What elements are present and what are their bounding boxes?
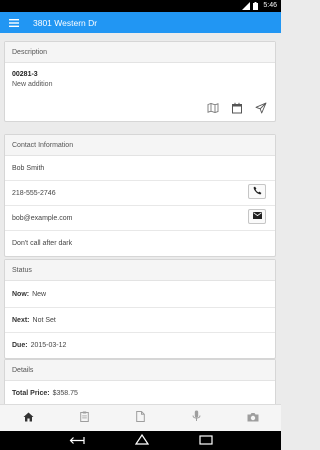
main-content[interactable]: Description 00281-3 New addition Contact…: [0, 33, 281, 404]
total-price-value: $358.75: [52, 389, 78, 397]
back-icon[interactable]: [69, 432, 85, 450]
clock: 5:46: [263, 2, 277, 9]
menu-button[interactable]: [4, 12, 24, 33]
tab-documents[interactable]: [112, 405, 168, 431]
contact-header: Contact Information: [5, 135, 275, 156]
status-next-value: Not Set: [32, 316, 56, 324]
bottom-tab-bar: [0, 404, 281, 431]
contact-note: Don't call after dark: [12, 240, 73, 247]
recent-apps-icon[interactable]: [198, 432, 213, 450]
description-text: New addition: [12, 81, 53, 88]
status-now-value: New: [32, 290, 47, 298]
status-due-row: Due: 2015-03-12: [5, 333, 275, 358]
description-body: 00281-3 New addition: [5, 63, 275, 121]
system-navigation-bar: [0, 431, 281, 450]
home-icon: [23, 409, 34, 427]
call-button[interactable]: [248, 184, 266, 199]
status-next-label: Next:: [12, 316, 30, 324]
page-title: 3801 Western Dr: [33, 17, 98, 28]
microphone-icon: [192, 409, 201, 427]
tab-voice[interactable]: [169, 405, 225, 431]
phone-icon: [253, 186, 262, 197]
calendar-icon[interactable]: [231, 101, 243, 114]
status-due-label: Due:: [12, 342, 28, 349]
tab-home[interactable]: [0, 405, 56, 431]
description-actions: [207, 101, 267, 114]
total-price-row: Total Price: $358.75: [5, 381, 275, 404]
details-header: Details: [5, 360, 275, 381]
system-status-bar: 5:46: [0, 0, 281, 12]
contact-email-row: bob@example.com: [5, 206, 275, 231]
contact-email: bob@example.com: [12, 214, 73, 222]
contact-card: Contact Information Bob Smith 218-555-27…: [4, 134, 276, 257]
details-card: Details Total Price: $358.75: [4, 359, 276, 404]
contact-note-row: Don't call after dark: [5, 231, 275, 256]
status-header: Status: [5, 260, 275, 281]
contact-name-row: Bob Smith: [5, 156, 275, 181]
contact-phone: 218-555-2746: [12, 189, 56, 197]
total-price-label: Total Price:: [12, 389, 50, 397]
app-bar: 3801 Western Dr: [0, 12, 281, 33]
description-card: Description 00281-3 New addition: [4, 41, 276, 122]
status-due-value: 2015-03-12: [30, 342, 67, 349]
status-now-label: Now:: [12, 290, 30, 298]
contact-phone-row: 218-555-2746: [5, 181, 275, 206]
status-icons: 5:46: [242, 1, 277, 11]
navigate-icon[interactable]: [255, 101, 267, 114]
hamburger-menu-icon: [9, 14, 19, 32]
status-now-row: Now: New: [5, 281, 275, 308]
status-card: Status Now: New Next: Not Set Due: 2015-…: [4, 259, 276, 359]
home-nav-icon[interactable]: [134, 432, 149, 450]
envelope-icon: [252, 212, 262, 221]
contact-name: Bob Smith: [12, 164, 45, 172]
job-id: 00281-3: [12, 71, 38, 78]
tab-camera[interactable]: [225, 405, 281, 431]
clipboard-icon: [79, 409, 89, 427]
tab-notes[interactable]: [56, 405, 112, 431]
signal-icon: [242, 2, 251, 10]
document-icon: [136, 409, 145, 427]
map-icon[interactable]: [207, 101, 219, 113]
description-header: Description: [5, 42, 275, 63]
camera-icon: [247, 409, 259, 427]
battery-icon: [253, 2, 259, 10]
status-next-row: Next: Not Set: [5, 308, 275, 333]
email-button[interactable]: [248, 209, 266, 224]
